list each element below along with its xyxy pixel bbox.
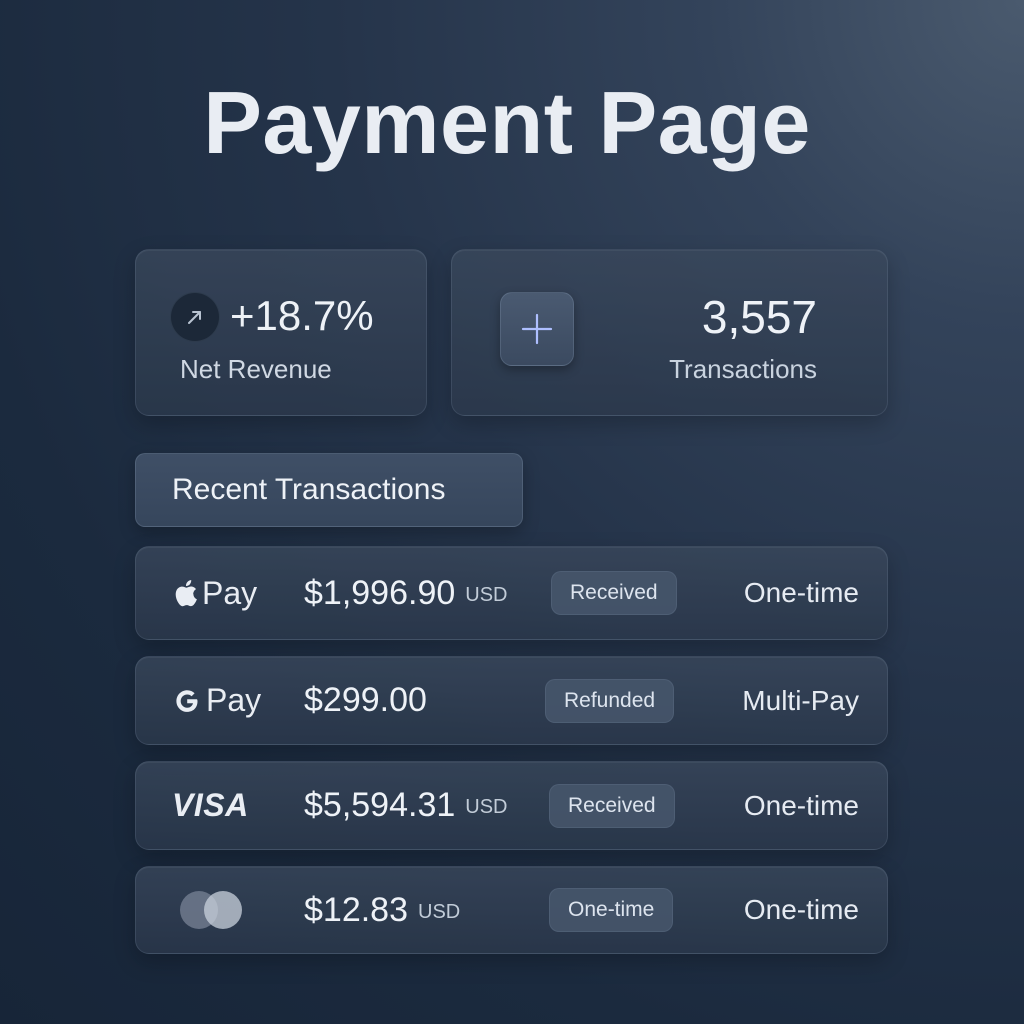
status-badge: Received: [551, 571, 677, 615]
recent-transactions-tab[interactable]: Recent Transactions: [135, 453, 523, 527]
transaction-row[interactable]: $12.83 USD One-time One-time: [135, 866, 888, 954]
transaction-currency: USD: [418, 900, 461, 923]
payment-method: [178, 867, 244, 953]
transaction-row[interactable]: Pay $299.00 Refunded Multi-Pay: [135, 656, 888, 745]
transaction-amount: $5,594.31: [304, 786, 456, 824]
net-revenue-value: +18.7%: [230, 292, 374, 339]
transaction-currency: USD: [465, 796, 508, 818]
payment-plan: One-time: [743, 789, 859, 821]
google-g-icon: [176, 689, 198, 712]
payment-method-label: Pay: [202, 574, 258, 611]
net-revenue-card: +18.7% Net Revenue: [135, 249, 427, 416]
payment-method: VISA: [172, 762, 249, 849]
payment-plan: One-time: [743, 894, 859, 925]
visa-logo: VISA: [172, 787, 249, 823]
status-badge: One-time: [549, 888, 674, 932]
net-revenue-label: Net Revenue: [180, 354, 332, 384]
payment-plan: Multi-Pay: [742, 684, 859, 716]
transactions-count: 3,557: [701, 291, 817, 343]
transactions-card: 3,557 Transactions: [451, 249, 888, 416]
add-transaction-button[interactable]: [500, 292, 574, 366]
status-badge: Refunded: [545, 678, 675, 723]
mastercard-icon: [180, 891, 242, 929]
transaction-amount: $12.83: [304, 890, 408, 929]
trend-up-icon: [170, 292, 220, 342]
transaction-amount: $1,996.90: [304, 573, 456, 612]
page-title: Payment Page: [203, 73, 811, 172]
transaction-row[interactable]: Pay $1,996.90 USD Received One-time: [135, 546, 888, 640]
payment-plan: One-time: [743, 577, 859, 608]
transactions-label: Transactions: [669, 354, 817, 384]
payment-method: Pay: [172, 657, 261, 744]
transaction-row[interactable]: VISA $5,594.31 USD Received One-time: [135, 761, 888, 850]
transaction-amount: $299.00: [304, 681, 427, 719]
payment-method-label: Pay: [206, 682, 262, 718]
plus-icon: [521, 313, 553, 345]
payment-method: Pay: [172, 547, 257, 639]
apple-icon: [175, 580, 197, 607]
status-badge: Received: [549, 783, 675, 828]
transaction-currency: USD: [465, 583, 508, 606]
